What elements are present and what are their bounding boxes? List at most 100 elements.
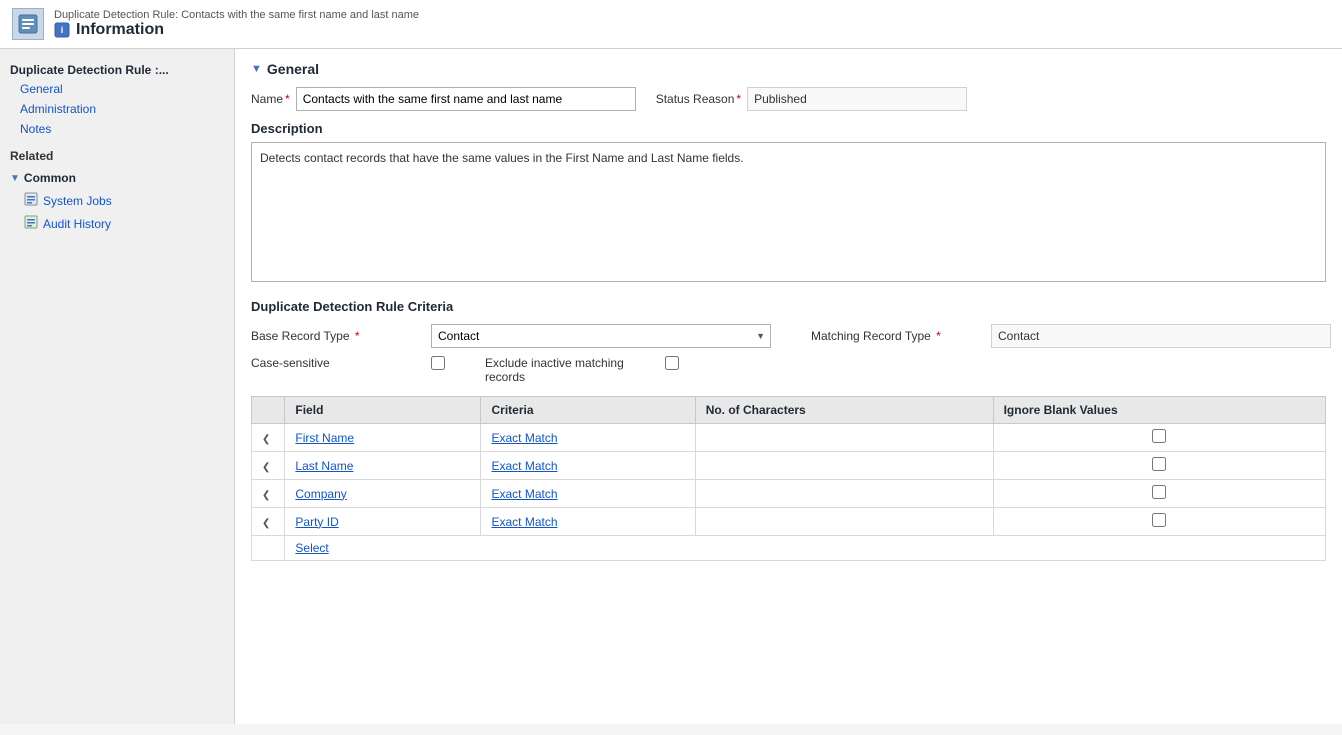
criteria-link-2[interactable]: Exact Match	[491, 459, 557, 473]
sidebar-item-administration[interactable]: Administration	[0, 99, 234, 119]
field-link-party-id[interactable]: Party ID	[295, 515, 338, 529]
expand-col-1: ❮	[252, 424, 285, 452]
criteria-col-1: Exact Match	[481, 424, 695, 452]
common-arrow-icon: ▼	[10, 173, 20, 184]
system-jobs-icon	[24, 192, 38, 209]
description-textarea[interactable]: Detects contact records that have the sa…	[251, 142, 1326, 282]
select-cell: Select	[285, 536, 1326, 561]
ignore-blank-col-4	[993, 508, 1325, 536]
sidebar: Duplicate Detection Rule :... General Ad…	[0, 49, 235, 724]
sidebar-item-system-jobs[interactable]: System Jobs	[0, 189, 234, 212]
checkbox-row: Case-sensitive Exclude inactive matching…	[251, 356, 1326, 384]
status-reason-label: Status Reason*	[656, 92, 741, 106]
select-link[interactable]: Select	[295, 541, 328, 555]
case-sensitive-checkbox[interactable]	[431, 356, 445, 370]
criteria-table: Field Criteria No. of Characters Ignore …	[251, 396, 1326, 561]
audit-history-icon	[24, 215, 38, 232]
general-section-header: ▼ General	[251, 61, 1326, 77]
matching-record-type-input	[991, 324, 1331, 348]
criteria-link-4[interactable]: Exact Match	[491, 515, 557, 529]
sidebar-item-audit-history[interactable]: Audit History	[0, 212, 234, 235]
description-label: Description	[251, 121, 1326, 136]
matching-record-type-group: Matching Record Type *	[811, 324, 1331, 348]
audit-history-label: Audit History	[43, 217, 111, 231]
expand-col-3: ❮	[252, 480, 285, 508]
case-sensitive-label: Case-sensitive	[251, 356, 431, 370]
field-col-2: Last Name	[285, 452, 481, 480]
criteria-link-3[interactable]: Exact Match	[491, 487, 557, 501]
general-arrow-icon: ▼	[251, 63, 262, 75]
table-row: ❮ Last Name Exact Match	[252, 452, 1326, 480]
ignore-blank-checkbox-1[interactable]	[1152, 429, 1166, 443]
expand-icon-4[interactable]: ❮	[262, 518, 270, 529]
criteria-link-1[interactable]: Exact Match	[491, 431, 557, 445]
base-record-type-select[interactable]: Contact	[431, 324, 771, 348]
ignore-blank-checkbox-4[interactable]	[1152, 513, 1166, 527]
case-sensitive-group: Case-sensitive	[251, 356, 445, 370]
system-jobs-label: System Jobs	[43, 194, 112, 208]
name-input[interactable]	[296, 87, 636, 111]
field-link-last-name[interactable]: Last Name	[295, 459, 353, 473]
col-no-of-chars: No. of Characters	[695, 397, 993, 424]
ignore-blank-col-2	[993, 452, 1325, 480]
name-label: Name*	[251, 92, 290, 106]
header-main-title: i Information	[54, 21, 419, 39]
field-col-4: Party ID	[285, 508, 481, 536]
criteria-col-2: Exact Match	[481, 452, 695, 480]
header-bar: Duplicate Detection Rule: Contacts with …	[0, 0, 1342, 49]
record-icon	[12, 8, 44, 40]
content-area: ▼ General Name* Status Reason* Descripti…	[235, 49, 1342, 724]
col-criteria: Criteria	[481, 397, 695, 424]
svg-text:i: i	[61, 25, 64, 35]
table-row: ❮ Company Exact Match	[252, 480, 1326, 508]
page-icon: i	[54, 21, 70, 39]
sidebar-common-header[interactable]: ▼ Common	[0, 167, 234, 189]
expand-col-2: ❮	[252, 452, 285, 480]
exclude-inactive-group: Exclude inactive matching records	[485, 356, 679, 384]
case-sensitive-checkbox-wrapper	[431, 356, 445, 370]
field-link-first-name[interactable]: First Name	[295, 431, 354, 445]
expand-col-4: ❮	[252, 508, 285, 536]
table-row: ❮ First Name Exact Match	[252, 424, 1326, 452]
matching-record-type-label: Matching Record Type *	[811, 329, 991, 343]
chars-col-4	[695, 508, 993, 536]
status-reason-input	[747, 87, 967, 111]
main-layout: Duplicate Detection Rule :... General Ad…	[0, 49, 1342, 724]
name-status-row: Name* Status Reason*	[251, 87, 1326, 111]
sidebar-item-general[interactable]: General	[0, 79, 234, 99]
expand-icon-2[interactable]: ❮	[262, 462, 270, 473]
chars-col-1	[695, 424, 993, 452]
general-section-title: General	[267, 61, 319, 77]
ignore-blank-col-3	[993, 480, 1325, 508]
sidebar-section-title: Duplicate Detection Rule :...	[0, 57, 234, 79]
sidebar-related-title: Related	[0, 139, 234, 167]
criteria-section-title: Duplicate Detection Rule Criteria	[251, 299, 1326, 314]
field-link-company[interactable]: Company	[295, 487, 346, 501]
chars-col-2	[695, 452, 993, 480]
expand-icon-1[interactable]: ❮	[262, 434, 270, 445]
ignore-blank-checkbox-2[interactable]	[1152, 457, 1166, 471]
criteria-col-3: Exact Match	[481, 480, 695, 508]
sidebar-item-notes[interactable]: Notes	[0, 119, 234, 139]
status-reason-group: Status Reason*	[656, 87, 967, 111]
field-col-3: Company	[285, 480, 481, 508]
table-header-row: Field Criteria No. of Characters Ignore …	[252, 397, 1326, 424]
field-col-1: First Name	[285, 424, 481, 452]
base-record-type-select-wrapper: Contact	[431, 324, 771, 348]
name-group: Name*	[251, 87, 636, 111]
ignore-blank-col-1	[993, 424, 1325, 452]
expand-col-select	[252, 536, 285, 561]
col-field: Field	[285, 397, 481, 424]
base-record-type-group: Base Record Type * Contact	[251, 324, 771, 348]
table-select-row: Select	[252, 536, 1326, 561]
col-expand	[252, 397, 285, 424]
exclude-inactive-checkbox-wrapper	[665, 356, 679, 370]
exclude-inactive-checkbox[interactable]	[665, 356, 679, 370]
criteria-col-4: Exact Match	[481, 508, 695, 536]
ignore-blank-checkbox-3[interactable]	[1152, 485, 1166, 499]
chars-col-3	[695, 480, 993, 508]
sidebar-common-title: Common	[24, 171, 76, 185]
record-type-row: Base Record Type * Contact Matching Reco…	[251, 324, 1326, 348]
table-row: ❮ Party ID Exact Match	[252, 508, 1326, 536]
expand-icon-3[interactable]: ❮	[262, 490, 270, 501]
